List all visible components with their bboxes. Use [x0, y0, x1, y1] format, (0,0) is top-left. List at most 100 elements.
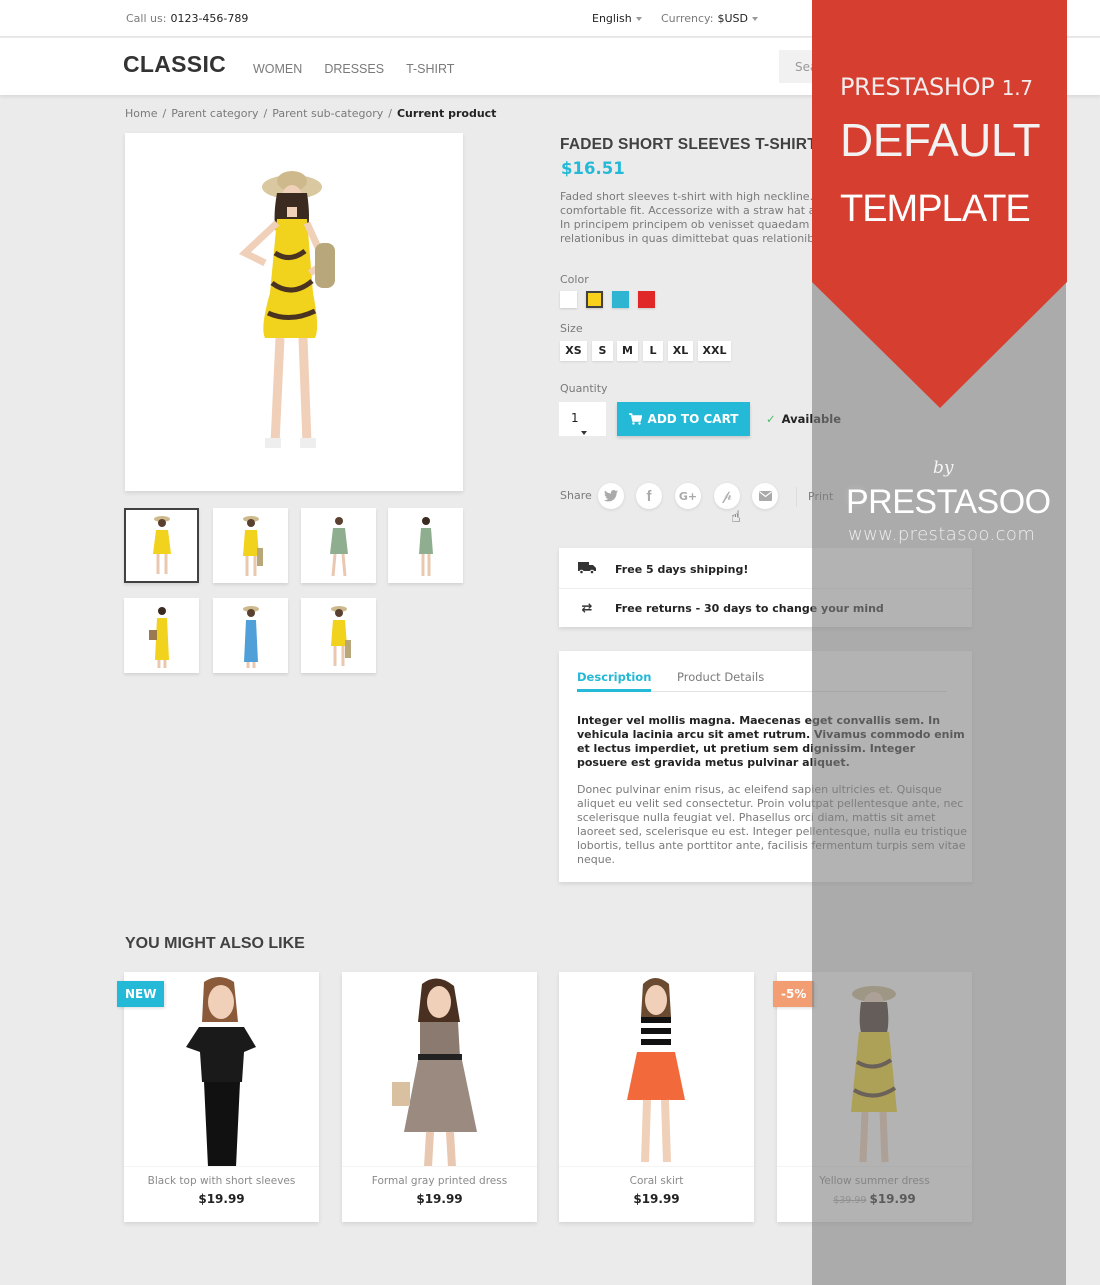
share-label: Share: [560, 489, 592, 502]
color-swatch-white[interactable]: [560, 291, 577, 308]
breadcrumb-separator: /: [263, 107, 268, 120]
thumbnail-2[interactable]: [213, 508, 288, 583]
caret-down-icon: [635, 17, 642, 21]
coral-skirt-model-image: [627, 978, 685, 1163]
pinterest-icon[interactable]: 𝓅: [714, 483, 740, 509]
size-option-l[interactable]: L: [643, 341, 663, 361]
product-price: $19.99: [416, 1192, 463, 1206]
product-tabs: Description Product Details Integer vel …: [559, 651, 972, 882]
product-sale-price: $19.99: [869, 1192, 916, 1206]
product-card[interactable]: Coral skirt $19.99: [559, 972, 754, 1222]
promo-url: www.prestasoo.com: [848, 524, 1036, 545]
thumbnail-5[interactable]: [124, 598, 199, 673]
description-line: comfortable fit. Accessorize with a stra…: [560, 204, 830, 217]
thumbnail-3[interactable]: [301, 508, 376, 583]
size-label: Size: [560, 322, 583, 335]
gray-printed-dress-model-image: [392, 978, 477, 1166]
size-option-xs[interactable]: XS: [560, 341, 587, 361]
product-title: FADED SHORT SLEEVES T-SHIRT: [560, 136, 817, 153]
product-old-price: $39.99: [833, 1195, 867, 1206]
description-line: relationibus in quas dimittebat quas rel…: [560, 232, 827, 245]
currency-label: Currency:: [661, 12, 714, 25]
nav-item-dresses[interactable]: DRESSES: [324, 62, 384, 76]
logo[interactable]: CLASSIC: [123, 51, 226, 78]
product-image[interactable]: [559, 972, 754, 1167]
product-price: $19.99: [198, 1192, 245, 1206]
breadcrumb-current: Current product: [396, 107, 497, 120]
product-main-image[interactable]: [125, 133, 463, 491]
promo-brand: PRESTASOO: [846, 483, 1051, 521]
nav-item-t-shirt[interactable]: T-SHIRT: [406, 62, 454, 76]
size-option-xl[interactable]: XL: [668, 341, 693, 361]
tab-description[interactable]: Description: [577, 670, 652, 692]
availability-text: Available: [781, 412, 842, 426]
google-plus-icon[interactable]: G+: [675, 483, 701, 509]
twitter-icon[interactable]: [598, 483, 624, 509]
call-label: Call us:: [126, 12, 167, 25]
promo-line-template: TEMPLATE: [840, 188, 1031, 230]
product-card[interactable]: Black top with short sleeves $19.99: [124, 972, 319, 1222]
product-name[interactable]: Coral skirt: [559, 1175, 754, 1187]
description-paragraph: Donec pulvinar enim risus, ac eleifend s…: [577, 783, 968, 866]
thumbnail-6[interactable]: [213, 598, 288, 673]
reassurance-text: Free 5 days shipping!: [615, 563, 749, 576]
breadcrumb-parent-sub-category[interactable]: Parent sub-category: [272, 107, 383, 120]
size-option-m[interactable]: M: [617, 341, 638, 361]
thumbnail-1[interactable]: [124, 508, 199, 583]
email-icon[interactable]: [752, 483, 778, 509]
color-label: Color: [560, 273, 589, 286]
share-divider: [796, 487, 797, 507]
model-yellow-dress-image: [238, 171, 335, 448]
print-link[interactable]: Print: [808, 490, 833, 503]
reassurance-item: ⇄ Free returns - 30 days to change your …: [559, 588, 972, 627]
thumbnail-4[interactable]: [388, 508, 463, 583]
product-name[interactable]: Formal gray printed dress: [342, 1175, 537, 1187]
cart-icon: [628, 413, 642, 425]
tab-product-details[interactable]: Product Details: [677, 670, 764, 684]
language-value: English: [592, 12, 632, 25]
breadcrumb-home[interactable]: Home: [125, 107, 157, 120]
size-option-s[interactable]: S: [592, 341, 613, 361]
breadcrumb-separator: /: [388, 107, 392, 120]
promo-version: 1.7: [1001, 76, 1033, 100]
product-card[interactable]: Formal gray printed dress $19.99: [342, 972, 537, 1222]
promo-line-default: DEFAULT: [840, 114, 1041, 166]
tab-bar: Description Product Details: [577, 670, 947, 692]
new-badge: NEW: [117, 981, 165, 1007]
size-option-xxl[interactable]: XXL: [698, 341, 731, 361]
breadcrumb-parent-category[interactable]: Parent category: [171, 107, 258, 120]
color-swatch-yellow[interactable]: [586, 291, 603, 308]
reassurance-block: Free 5 days shipping! ⇄ Free returns - 3…: [559, 548, 972, 627]
truck-icon: [559, 561, 615, 578]
returns-icon: ⇄: [581, 600, 593, 616]
striped-top: [641, 1017, 671, 1050]
facebook-icon[interactable]: f: [636, 483, 662, 509]
related-products-title: YOU MIGHT ALSO LIKE: [125, 935, 305, 952]
contact-info: Call us: 0123-456-789: [126, 12, 248, 25]
language-selector[interactable]: English: [592, 12, 642, 25]
promo-line-prestashop: PRESTASHOP 1.7: [840, 73, 1033, 101]
product-price: $16.51: [561, 159, 625, 178]
currency-selector[interactable]: Currency: $USD: [661, 12, 758, 25]
phone-number[interactable]: 0123-456-789: [170, 12, 248, 25]
caret-down-icon: [581, 430, 587, 435]
quantity-value: 1: [571, 411, 579, 425]
product-image[interactable]: [342, 972, 537, 1167]
breadcrumb-separator: /: [162, 107, 167, 120]
color-swatch-red[interactable]: [638, 291, 655, 308]
promo-by: by: [933, 458, 954, 478]
nav-item-women[interactable]: WOMEN: [253, 62, 302, 76]
product-card[interactable]: Yellow summer dress $39.99 $19.99: [777, 972, 972, 1222]
discount-badge: -5%: [773, 981, 815, 1007]
product-price: $39.99 $19.99: [777, 1192, 972, 1206]
add-to-cart-button[interactable]: ADD TO CART: [617, 402, 750, 436]
product-name[interactable]: Yellow summer dress: [777, 1175, 972, 1187]
main-nav: WOMEN DRESSES T-SHIRT: [253, 62, 476, 76]
caret-down-icon: [751, 17, 758, 21]
product-price: $19.99: [633, 1192, 680, 1206]
thumbnail-7[interactable]: [301, 598, 376, 673]
quantity-select[interactable]: 1: [559, 402, 606, 436]
product-name[interactable]: Black top with short sleeves: [124, 1175, 319, 1187]
color-swatch-blue[interactable]: [612, 291, 629, 308]
reassurance-item: Free 5 days shipping!: [559, 550, 972, 589]
